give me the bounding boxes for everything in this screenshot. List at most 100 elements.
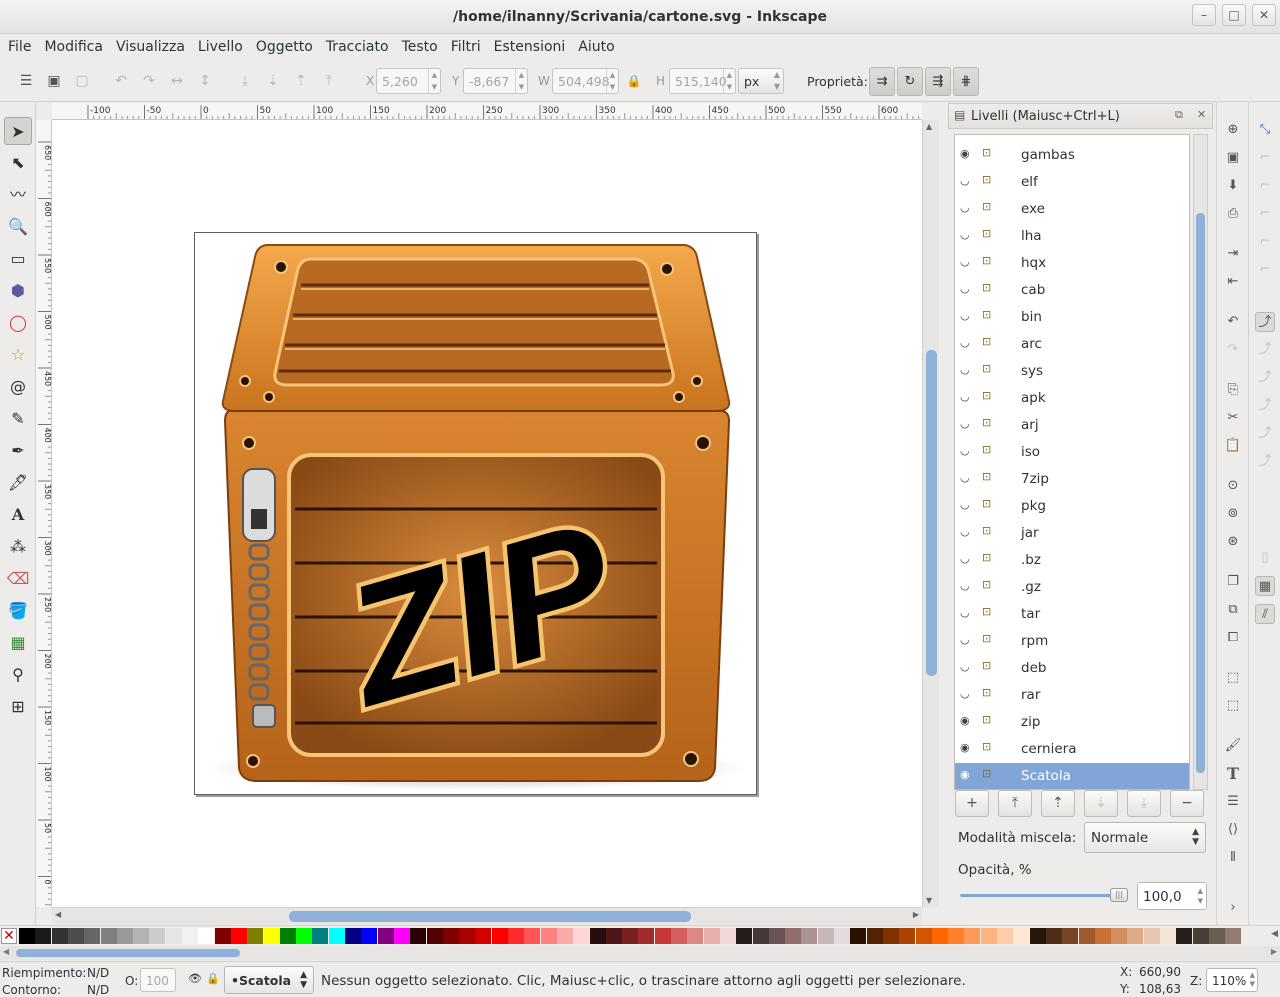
snap-intersections-icon[interactable]: ⤴ [1255,368,1275,388]
lock-open-icon[interactable]: ⊡ [982,308,996,322]
layer-row[interactable]: ◡ ⊡ .bz [955,547,1189,574]
no-paint-swatch[interactable]: ✕ [1,928,17,944]
color-swatch[interactable] [1045,928,1062,944]
color-swatch[interactable] [1078,928,1095,944]
eye-closed-icon[interactable]: ◡ [960,201,974,214]
maximize-button[interactable]: □ [1222,4,1246,26]
connector-tool-icon[interactable]: ⊞ [4,693,32,721]
color-swatch[interactable] [230,928,247,944]
color-swatch[interactable] [931,928,948,944]
scale-corners-toggle[interactable]: ↻ [897,67,923,96]
eye-closed-icon[interactable]: ◡ [960,417,974,430]
eye-open-icon[interactable]: ◉ [960,714,974,727]
more-commands-icon[interactable]: › [1223,898,1243,918]
color-swatch[interactable] [1225,928,1242,944]
color-swatch[interactable] [687,928,704,944]
palette-scrollbar[interactable]: ◀ ▶ [0,946,1280,960]
layer-row[interactable]: ◡ ⊡ pkg [955,493,1189,520]
color-swatch[interactable] [703,928,720,944]
lock-open-icon[interactable]: ⊡ [982,254,996,268]
lower-to-bottom-icon[interactable]: ⤓ [234,70,256,92]
color-swatch[interactable] [1192,928,1209,944]
dropper-tool-icon[interactable]: ⚲ [4,661,32,689]
eye-closed-icon[interactable]: ◡ [960,660,974,673]
lock-open-icon[interactable]: ⊡ [982,335,996,349]
color-swatch[interactable] [915,928,932,944]
palette-scroll-thumb[interactable] [16,949,240,957]
panel-close-icon[interactable]: ✕ [1197,108,1206,121]
current-layer-select[interactable]: •Scatola ▲ ▼ [224,966,314,994]
cut-icon[interactable]: ✂ [1223,408,1243,428]
menu-livello[interactable]: Livello [190,34,248,55]
lock-open-icon[interactable]: ⊡ [982,470,996,484]
layer-row[interactable]: ◡ ⊡ hqx [955,250,1189,277]
h-field[interactable]: 515,140 ▲ ▼ [669,68,736,94]
redo-icon[interactable]: ↷ [1223,340,1243,360]
eye-closed-icon[interactable]: ◡ [960,687,974,700]
opacity-slider-handle[interactable]: ||| [1110,888,1128,902]
layer-row[interactable]: ◡ ⊡ rar [955,682,1189,709]
layer-row[interactable]: ◡ ⊡ arj [955,412,1189,439]
export-icon[interactable]: ⇤ [1223,272,1243,292]
w-field[interactable]: 504,498 ▲ ▼ [552,68,619,94]
lock-open-icon[interactable]: ⊡ [982,605,996,619]
color-swatch[interactable] [540,928,557,944]
duplicate-icon[interactable]: ❐ [1223,572,1243,592]
vertical-ruler[interactable]: 650 600 550 500 450 400 350 300 250 200 150 100 50 0 [36,120,52,907]
layer-visibility-icon[interactable]: 👁 [188,972,202,985]
layers-dialog-icon[interactable]: ☰ [1223,792,1243,812]
color-swatch[interactable] [426,928,443,944]
color-swatch[interactable] [459,928,476,944]
lock-open-icon[interactable]: ⊡ [982,632,996,646]
color-swatch[interactable] [67,928,84,944]
layer-row[interactable]: ◡ ⊡ cab [955,277,1189,304]
opacity-slider[interactable] [960,894,1128,897]
eye-closed-icon[interactable]: ◡ [960,174,974,187]
color-swatch[interactable] [345,928,361,944]
color-swatch[interactable] [948,928,965,944]
snap-midpoints-icon[interactable]: ⤴ [1255,452,1275,472]
color-swatch[interactable] [51,928,68,944]
3d-box-tool-icon[interactable]: ⬢ [4,277,32,305]
copy-icon[interactable]: ⎘ [1223,380,1243,400]
color-swatch[interactable] [410,928,427,944]
eye-closed-icon[interactable]: ◡ [960,282,974,295]
raise-to-top-icon[interactable]: ⤒ [318,70,340,92]
color-swatch[interactable] [654,928,671,944]
color-swatch[interactable] [1062,928,1079,944]
rotate-cw-icon[interactable]: ↷ [138,70,160,92]
menu-tracciato[interactable]: Tracciato [318,34,394,55]
palette-scroll-right-icon[interactable]: ▶ [1271,947,1277,956]
color-swatch[interactable] [1127,928,1144,944]
eye-closed-icon[interactable]: ◡ [960,606,974,619]
lock-open-icon[interactable]: ⊡ [982,686,996,700]
add-layer-button[interactable]: + [955,790,989,817]
pen-tool-icon[interactable]: ✒ [4,437,32,465]
zoom-selection-icon[interactable]: ⊙ [1223,476,1243,496]
eye-closed-icon[interactable]: ◡ [960,390,974,403]
paint-bucket-tool-icon[interactable]: 🪣 [4,597,32,625]
pencil-tool-icon[interactable]: ✎ [4,405,32,433]
palette-scroll-left-icon[interactable]: ◀ [3,947,9,956]
color-swatch[interactable] [100,928,117,944]
layer-row[interactable]: ◡ ⊡ .gz [955,574,1189,601]
lock-open-icon[interactable]: ⊡ [982,551,996,565]
save-icon[interactable]: ⬇ [1223,176,1243,196]
color-swatch[interactable] [1208,928,1225,944]
transform-gradients-toggle[interactable]: ⇶ [925,67,951,96]
lock-open-icon[interactable]: ⊡ [982,362,996,376]
color-swatch[interactable] [589,928,606,944]
zoom-spin-arrows[interactable]: ▲ ▼ [1250,971,1255,989]
eye-closed-icon[interactable]: ◡ [960,471,974,484]
lower-layer-button[interactable]: ⇣ [1084,790,1118,817]
status-opacity-field[interactable]: 100 [140,968,176,992]
lower-layer-to-bottom-button[interactable]: ⤓ [1127,790,1161,817]
color-swatch[interactable] [834,928,850,944]
snap-bbox-midpoint-icon[interactable]: ⌐ [1255,232,1275,252]
layer-row[interactable]: ◡ ⊡ jar [955,520,1189,547]
layer-row[interactable]: ◡ ⊡ apk [955,385,1189,412]
ungroup-icon[interactable]: ⬚ [1223,696,1243,716]
layer-row[interactable]: ◡ ⊡ sys [955,358,1189,385]
color-swatch[interactable] [752,928,769,944]
select-all-icon[interactable]: ☰ [15,70,37,92]
